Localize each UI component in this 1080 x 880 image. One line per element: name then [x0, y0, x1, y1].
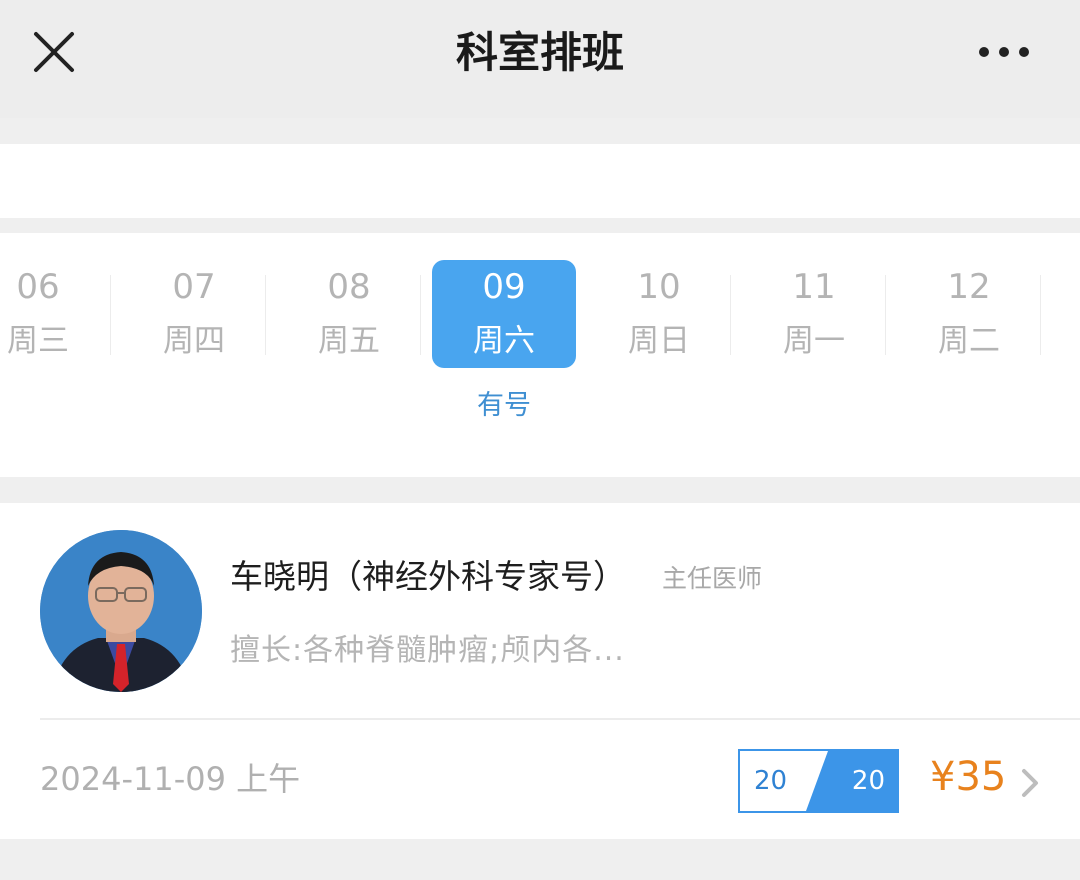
date-tab-12[interactable]: 12 周二 — [897, 260, 1041, 368]
slot-price: ¥35 — [930, 754, 1007, 800]
date-weekday: 周三 — [7, 323, 69, 359]
slot-remaining: 20 — [754, 766, 788, 796]
date-number: 09 — [482, 267, 526, 307]
date-tab-08[interactable]: 08 周五 — [277, 260, 421, 368]
date-weekday: 周二 — [938, 323, 1000, 359]
divider — [40, 718, 1080, 720]
page-title: 科室排班 — [455, 28, 624, 77]
date-divider — [885, 275, 886, 355]
date-weekday: 周五 — [318, 323, 380, 359]
doctor-name: 车晓明（神经外科专家号） — [230, 557, 626, 596]
more-horizontal-icon — [979, 47, 1029, 57]
date-divider — [730, 275, 731, 355]
date-weekday: 周一 — [783, 323, 845, 359]
close-button[interactable] — [28, 26, 80, 78]
date-divider — [265, 275, 266, 355]
date-weekday: 周日 — [628, 323, 690, 359]
top-bar: 科室排班 — [0, 0, 1080, 118]
date-divider — [1040, 275, 1041, 355]
doctor-specialty: 擅长:各种脊髓肿瘤;颅内各... — [230, 633, 625, 668]
date-number: 08 — [327, 267, 371, 307]
date-picker: 06 周三 07 周四 08 周五 09 周六 有号 10 周日 11 周一 1… — [0, 233, 1080, 477]
date-tab-06[interactable]: 06 周三 — [0, 260, 110, 368]
date-number: 10 — [637, 267, 681, 307]
doctor-avatar — [40, 530, 202, 692]
slot-total: 20 — [851, 766, 885, 796]
close-icon — [34, 32, 74, 72]
date-number: 06 — [16, 267, 60, 307]
date-divider — [110, 275, 111, 355]
filter-bar — [0, 144, 1080, 218]
date-tab-10[interactable]: 10 周日 — [587, 260, 731, 368]
doctor-title: 主任医师 — [662, 564, 763, 593]
availability-label: 有号 — [477, 390, 531, 421]
date-tab-09[interactable]: 09 周六 — [432, 260, 576, 368]
date-number: 07 — [172, 267, 216, 307]
more-button[interactable] — [972, 30, 1036, 74]
doctor-card[interactable]: 车晓明（神经外科专家号） 主任医师 擅长:各种脊髓肿瘤;颅内各... 2024-… — [0, 503, 1080, 839]
date-number: 11 — [792, 267, 836, 307]
date-divider — [420, 275, 421, 355]
date-tab-07[interactable]: 07 周四 — [122, 260, 266, 368]
chevron-right-icon[interactable] — [1014, 761, 1046, 805]
date-weekday: 周六 — [473, 323, 535, 359]
date-weekday: 周四 — [163, 323, 225, 359]
slot-availability-badge: 20 20 — [738, 749, 899, 813]
date-tab-11[interactable]: 11 周一 — [742, 260, 886, 368]
slot-datetime: 2024-11-09 上午 — [40, 760, 301, 798]
date-number: 12 — [947, 267, 991, 307]
